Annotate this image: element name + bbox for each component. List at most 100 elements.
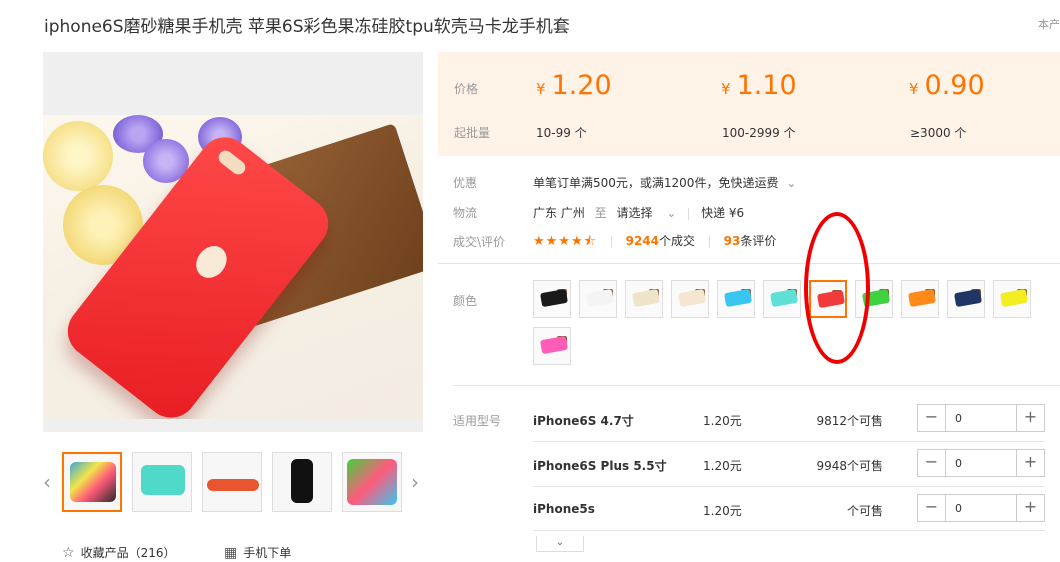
quantity-stepper: − + — [917, 494, 1045, 522]
color-swatch-mint[interactable] — [763, 280, 801, 318]
increase-button[interactable]: + — [1016, 495, 1044, 521]
model-label: 适用型号 — [453, 414, 502, 428]
deals-label: 成交\评价 — [453, 235, 506, 249]
discount-info[interactable]: 单笔订单满500元，或满1200件，免快递运费 ⌄ — [533, 174, 796, 191]
destination-select[interactable]: 请选择 — [617, 206, 653, 220]
deals-count[interactable]: 9244 — [626, 234, 659, 248]
tier-price-value: 1.20 — [551, 70, 612, 101]
expand-models-button[interactable]: ⌄ — [536, 536, 584, 552]
case-color-sample — [723, 288, 753, 308]
reviews-suffix: 条评价 — [740, 234, 777, 248]
product-photo — [43, 115, 423, 419]
divider — [708, 235, 710, 248]
case-color-sample — [816, 289, 845, 309]
row-divider — [533, 530, 1045, 531]
tier-price-value: 1.10 — [736, 70, 797, 101]
quantity-stepper: − + — [917, 449, 1045, 477]
decrease-button[interactable]: − — [918, 405, 946, 431]
model-name: iPhone5s — [533, 502, 595, 516]
flower-decoration — [43, 121, 113, 191]
model-price: 1.20元 — [703, 414, 742, 428]
quantity-input[interactable] — [947, 405, 1015, 431]
thumbnail[interactable] — [272, 452, 332, 512]
rating-stars-icon: ★★★★⯪ — [533, 234, 597, 249]
case-color-sample — [539, 288, 569, 308]
color-swatch-orange[interactable] — [901, 280, 939, 318]
decrease-button[interactable]: − — [918, 450, 946, 476]
tier-range-1: 10-99 个 — [536, 126, 587, 140]
product-title: iphone6S磨砂糖果手机壳 苹果6S彩色果冻硅胶tpu软壳马卡龙手机套 — [44, 17, 570, 37]
case-color-sample — [539, 335, 569, 355]
reviews-count[interactable]: 93 — [724, 234, 741, 248]
mobile-order-link[interactable]: ▦ 手机下单 — [224, 544, 291, 561]
case-color-sample — [999, 288, 1029, 308]
thumbnail[interactable] — [62, 452, 122, 512]
tier-price-1: ¥1.20 — [536, 70, 612, 101]
quantity-input[interactable] — [947, 450, 1015, 476]
favorite-label: 收藏产品（216） — [80, 546, 176, 560]
increase-button[interactable]: + — [1016, 450, 1044, 476]
tier-price-value: 0.90 — [924, 70, 985, 101]
thumbnail-image — [141, 465, 185, 495]
color-swatch-navy[interactable] — [947, 280, 985, 318]
model-row: iPhone6S 4.7寸 1.20元 9812个可售 − + — [533, 398, 1045, 442]
logo-cutout — [189, 239, 233, 284]
express-fee: 快递 ¥6 — [701, 206, 745, 220]
color-swatch-white[interactable] — [579, 280, 617, 318]
case-color-sample — [677, 288, 707, 308]
prev-arrow-icon[interactable]: ‹ — [43, 470, 51, 494]
decrease-button[interactable]: − — [918, 495, 946, 521]
divider — [688, 207, 690, 220]
currency-symbol: ¥ — [909, 80, 919, 98]
mobile-order-label: 手机下单 — [243, 546, 292, 560]
case-color-sample — [861, 288, 891, 308]
star-outline-icon: ☆ — [62, 545, 75, 561]
color-swatch-sky-blue[interactable] — [717, 280, 755, 318]
logistics-info: 广东 广州 至 请选择 ⌄ 快递 ¥6 — [533, 204, 744, 221]
deals-suffix: 个成交 — [659, 234, 696, 248]
increase-button[interactable]: + — [1016, 405, 1044, 431]
deals-info: ★★★★⯪ 9244个成交 93条评价 — [533, 232, 776, 254]
color-swatch-red[interactable] — [809, 280, 847, 318]
favorite-product-link[interactable]: ☆ 收藏产品（216） — [62, 544, 175, 561]
color-swatch-green[interactable] — [855, 280, 893, 318]
corner-text: 本产 — [1038, 18, 1060, 31]
camera-cutout — [215, 147, 249, 178]
model-name: iPhone6S Plus 5.5寸 — [533, 459, 667, 473]
thumbnail-strip: ‹ › — [43, 450, 423, 514]
model-stock: 9812个可售 — [816, 414, 883, 428]
thumbnail[interactable] — [342, 452, 402, 512]
origin-text: 广东 广州 — [533, 206, 585, 220]
color-swatch-pink[interactable] — [533, 327, 571, 365]
tier-range-3: ≥3000 个 — [910, 126, 967, 140]
color-swatch-cream[interactable] — [671, 280, 709, 318]
next-arrow-icon[interactable]: › — [411, 470, 419, 494]
case-color-sample — [585, 288, 615, 308]
thumbnail-image — [291, 459, 313, 503]
tier-range-2: 100-2999 个 — [722, 126, 796, 140]
section-divider — [438, 263, 1060, 264]
main-product-image[interactable] — [43, 52, 423, 432]
color-label: 颜色 — [453, 294, 478, 308]
moq-label: 起批量 — [454, 126, 491, 140]
tier-price-3: ¥0.90 — [909, 70, 985, 101]
color-swatch-yellow[interactable] — [993, 280, 1031, 318]
model-stock: 9948个可售 — [816, 459, 883, 473]
quantity-input[interactable] — [947, 495, 1015, 521]
thumbnail[interactable] — [132, 452, 192, 512]
case-color-sample — [631, 288, 661, 308]
color-swatch-beige[interactable] — [625, 280, 663, 318]
model-stock: 个可售 — [846, 504, 883, 518]
quantity-stepper: − + — [917, 404, 1045, 432]
price-panel: 价格 起批量 ¥1.20 10-99 个 ¥1.10 100-2999 个 ¥0… — [438, 52, 1060, 156]
discount-text: 单笔订单满500元，或满1200件，免快递运费 — [533, 176, 779, 190]
thumbnail[interactable] — [202, 452, 262, 512]
thumbnail-image — [207, 479, 259, 491]
color-swatch-black[interactable] — [533, 280, 571, 318]
divider — [610, 235, 612, 248]
model-price: 1.20元 — [703, 504, 742, 518]
tier-price-2: ¥1.10 — [721, 70, 797, 101]
thumbnail-image — [347, 459, 397, 505]
chevron-down-icon: ⌄ — [555, 537, 565, 548]
chevron-down-icon[interactable]: ⌄ — [666, 206, 676, 220]
